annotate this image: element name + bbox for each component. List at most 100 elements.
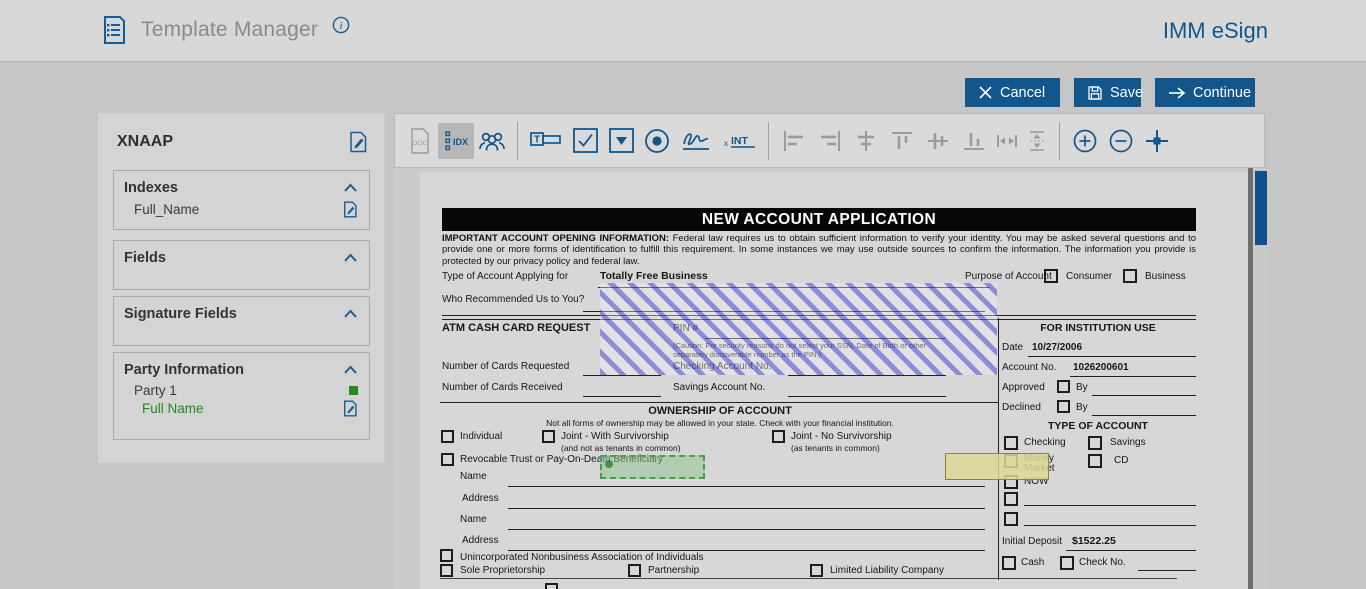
unincorporated-label: Unincorporated Nonbusiness Association o…	[460, 552, 704, 563]
text-field-tool-button[interactable]: T	[525, 123, 567, 159]
scrollbar-thumb[interactable]	[1255, 171, 1267, 245]
form-intro: IMPORTANT ACCOUNT OPENING INFORMATION: F…	[442, 233, 1196, 267]
joint-no-label: Joint - No Survivorship	[791, 431, 892, 442]
chevron-up-icon[interactable]	[343, 309, 358, 319]
align-right-button[interactable]	[812, 123, 848, 159]
zoom-in-button[interactable]	[1067, 123, 1103, 159]
individual-label: Individual	[460, 431, 503, 442]
checkbox-icon	[572, 128, 598, 153]
yellow-field-overlay[interactable]	[945, 453, 1049, 480]
toolbar-separator	[768, 121, 769, 160]
chevron-up-icon[interactable]	[343, 365, 358, 375]
individual-checkbox	[441, 430, 454, 443]
joint-no-sub: (as tenants in common)	[791, 443, 880, 453]
party-item[interactable]: Party 1	[114, 378, 369, 398]
form-line	[788, 375, 946, 376]
form-line	[1138, 570, 1196, 571]
section-signature-fields-label: Signature Fields	[124, 306, 237, 322]
name-label: Name	[460, 471, 487, 482]
template-panel: XNAAP Indexes Full_Name Fields Signature…	[97, 112, 385, 464]
llc-checkbox	[810, 564, 823, 577]
index-item-full-name[interactable]: Full_Name	[114, 196, 369, 218]
zoom-out-button[interactable]	[1103, 123, 1139, 159]
svg-text:T: T	[534, 134, 540, 145]
svg-text:i: i	[340, 20, 343, 32]
align-top-button[interactable]	[884, 123, 920, 159]
cancel-button[interactable]: Cancel	[965, 78, 1060, 107]
who-recommended-label: Who Recommended Us to You?	[442, 294, 585, 305]
align-center-button[interactable]	[848, 123, 884, 159]
form-line	[508, 529, 985, 530]
page-title: Template Manager	[141, 18, 319, 41]
consumer-label: Consumer	[1066, 271, 1113, 282]
form-intro-strong: IMPORTANT ACCOUNT OPENING INFORMATION:	[442, 233, 670, 244]
approved-label: Approved	[1002, 382, 1045, 393]
address-label: Address	[462, 493, 499, 504]
page-edge-shadow	[1248, 168, 1253, 589]
field-anchor-icon	[605, 460, 613, 468]
form-line	[1070, 376, 1196, 377]
initial-deposit-value: $1522.25	[1072, 535, 1116, 547]
cash-label: Cash	[1021, 557, 1045, 568]
index-item-label: Full_Name	[134, 202, 200, 217]
save-label: Save	[1110, 84, 1144, 101]
align-bottom-button[interactable]	[956, 123, 992, 159]
distribute-vertical-button[interactable]	[1022, 123, 1052, 159]
joint-with-checkbox	[542, 430, 555, 443]
form-line	[508, 486, 985, 487]
align-left-button[interactable]	[776, 123, 812, 159]
edit-icon[interactable]	[343, 201, 358, 218]
text-field-icon: T	[530, 131, 561, 146]
info-icon[interactable]: i	[332, 16, 350, 34]
idx-icon: IDX	[445, 130, 468, 150]
chevron-up-icon[interactable]	[343, 253, 358, 263]
distribute-horizontal-button[interactable]	[992, 123, 1022, 159]
svg-text:DOC: DOC	[413, 140, 428, 147]
form-line	[788, 396, 946, 397]
party-field-item[interactable]: Full Name	[114, 398, 369, 417]
index-field-overlay[interactable]	[600, 283, 997, 375]
section-party-information: Party Information Party 1 Full Name	[113, 352, 370, 440]
align-middle-button[interactable]	[920, 123, 956, 159]
llc-label: Limited Liability Company	[830, 565, 944, 576]
template-name: XNAAP	[117, 132, 174, 150]
cash-checkbox	[1002, 556, 1016, 570]
column-divider	[998, 318, 999, 580]
parties-tool-button[interactable]	[474, 123, 510, 159]
radio-tool-button[interactable]	[639, 123, 675, 159]
document-tool-button[interactable]: DOC	[402, 123, 438, 159]
declined-label: Declined	[1002, 402, 1041, 413]
initials-tool-button[interactable]: x INT	[717, 123, 761, 159]
edit-icon[interactable]	[343, 400, 358, 417]
other-account-checkbox	[1004, 512, 1018, 526]
mapped-status-indicator	[349, 386, 358, 395]
by-label: By	[1076, 402, 1088, 413]
declined-checkbox	[1057, 400, 1070, 413]
edit-icon[interactable]	[349, 131, 368, 153]
editor-toolbar: DOC IDX T x INT	[394, 113, 1265, 168]
chevron-up-icon[interactable]	[343, 183, 358, 193]
center-position-button[interactable]	[1139, 123, 1175, 159]
section-divider	[440, 402, 998, 403]
party-field-overlay[interactable]	[600, 455, 705, 479]
arrow-right-icon	[1168, 86, 1186, 100]
index-tool-button[interactable]: IDX	[438, 122, 474, 159]
form-line	[583, 396, 661, 397]
signature-tool-button[interactable]	[675, 123, 717, 159]
dropdown-tool-button[interactable]	[603, 123, 639, 159]
zoom-out-icon	[1109, 129, 1133, 152]
ownership-note: Not all forms of ownership may be allowe…	[546, 418, 894, 428]
party-item-label: Party 1	[134, 383, 177, 398]
checkbox-tool-button[interactable]	[567, 123, 603, 159]
ownership-title: OWNERSHIP OF ACCOUNT	[648, 405, 792, 417]
save-button[interactable]: Save	[1074, 78, 1144, 107]
svg-text:INT: INT	[731, 135, 749, 147]
vertical-scrollbar[interactable]	[1254, 168, 1268, 589]
joint-no-checkbox	[772, 430, 785, 443]
unincorporated-checkbox	[440, 549, 453, 562]
checking-checkbox	[1004, 436, 1018, 450]
section-signature-fields: Signature Fields	[113, 296, 370, 346]
name-label: Name	[460, 514, 487, 525]
savings-account-label: Savings Account No.	[673, 382, 766, 393]
continue-button[interactable]: Continue	[1155, 78, 1255, 107]
